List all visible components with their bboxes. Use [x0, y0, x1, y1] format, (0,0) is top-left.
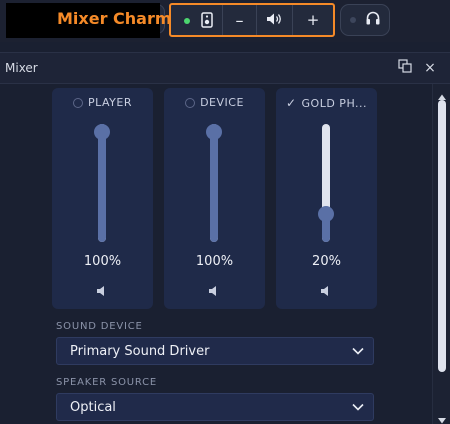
- volume-slider-fill: [322, 218, 330, 242]
- charm-bar: Mixer Charm – +: [0, 0, 450, 42]
- volume-slider-thumb[interactable]: [94, 124, 110, 140]
- status-dot: [184, 18, 190, 24]
- chevron-down-icon: [352, 400, 364, 415]
- popout-button[interactable]: [396, 59, 414, 77]
- mute-button[interactable]: [207, 284, 221, 298]
- speaker-icon: [208, 282, 220, 301]
- popout-icon: [398, 59, 412, 77]
- channel-name: GOLD PH...: [301, 96, 368, 110]
- volume-slider-fill: [98, 124, 106, 242]
- volume-icon: [266, 11, 284, 30]
- sound-device-label: SOUND DEVICE: [56, 321, 143, 332]
- mute-button[interactable]: [95, 284, 109, 298]
- headphones-icon: [365, 10, 381, 30]
- close-button[interactable]: ×: [421, 59, 439, 77]
- check-icon[interactable]: ✓: [286, 96, 297, 110]
- scrollbar-thumb[interactable]: [438, 100, 446, 372]
- radio-icon[interactable]: [185, 97, 196, 108]
- headphone-status-dot: [349, 17, 356, 23]
- sound-device-select[interactable]: Primary Sound Driver: [56, 337, 374, 365]
- speaker-source-value: Optical: [70, 399, 116, 415]
- volume-button[interactable]: [257, 5, 293, 35]
- device-toggle-button[interactable]: [171, 5, 223, 35]
- channel-gold-phone: ✓ GOLD PH... 20%: [276, 88, 377, 309]
- channel-name: PLAYER: [88, 96, 132, 109]
- speaker-source-label: SPEAKER SOURCE: [56, 377, 158, 388]
- volume-slider-track[interactable]: [322, 124, 330, 242]
- volume-up-button[interactable]: +: [293, 5, 333, 35]
- channel-player: PLAYER 100%: [52, 88, 153, 309]
- volume-slider-thumb[interactable]: [318, 205, 334, 222]
- speaker-icon: [96, 282, 108, 301]
- mixer-content: PLAYER 100% DEVICE 100% ✓ GOLD PH... 20%…: [0, 84, 432, 424]
- app-title: Mixer Charm: [57, 9, 172, 28]
- charm-group-highlighted: – +: [169, 3, 335, 37]
- channel-name: DEVICE: [200, 96, 244, 109]
- scroll-down-icon[interactable]: [437, 410, 447, 424]
- window-title: Mixer: [5, 61, 38, 75]
- volume-slider-track[interactable]: [210, 124, 218, 242]
- volume-value: 100%: [195, 254, 234, 269]
- radio-icon[interactable]: [73, 97, 83, 108]
- volume-value: 100%: [83, 254, 122, 269]
- volume-slider-thumb[interactable]: [206, 124, 222, 140]
- close-icon: ×: [424, 60, 436, 76]
- chevron-down-icon: [352, 344, 364, 359]
- mute-button[interactable]: [319, 284, 333, 298]
- volume-slider-fill: [210, 124, 218, 242]
- volume-value: 20%: [312, 254, 341, 269]
- channel-device: DEVICE 100%: [164, 88, 265, 309]
- speaker-device-icon: [201, 12, 213, 32]
- headphone-charm[interactable]: [340, 4, 390, 36]
- volume-down-button[interactable]: –: [223, 5, 257, 35]
- speaker-icon: [320, 282, 332, 301]
- sound-device-value: Primary Sound Driver: [70, 343, 210, 359]
- mixer-window-header: Mixer ×: [0, 52, 450, 84]
- vertical-scrollbar[interactable]: [432, 84, 450, 424]
- volume-slider-track[interactable]: [98, 124, 106, 242]
- speaker-source-select[interactable]: Optical: [56, 393, 374, 421]
